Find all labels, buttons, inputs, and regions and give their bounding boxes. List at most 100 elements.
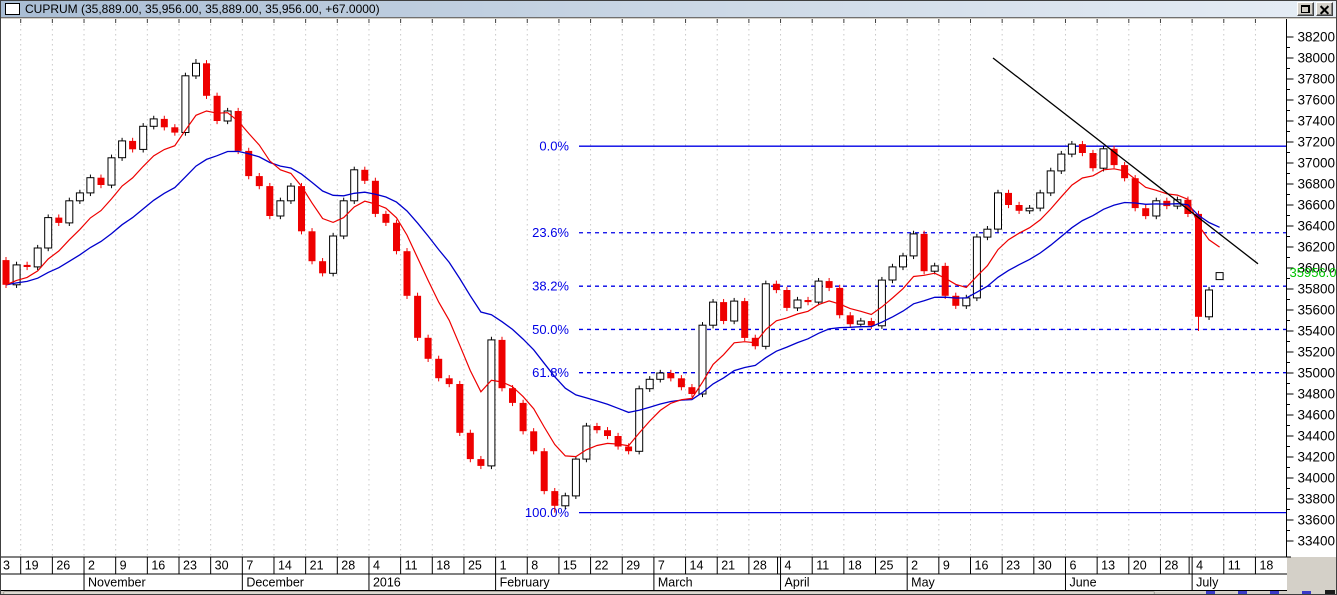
candle — [741, 301, 749, 338]
candle — [213, 95, 221, 121]
candle — [192, 62, 200, 77]
candle — [1046, 170, 1055, 194]
month-label: November — [88, 576, 146, 590]
y-axis-label: 36400 — [1298, 219, 1336, 234]
candle — [65, 200, 74, 224]
candle — [677, 378, 685, 388]
candle — [350, 169, 359, 202]
candle — [561, 495, 570, 507]
chart-window: CUPRUM (35,889.00, 35,956.00, 35,889.00,… — [0, 0, 1337, 595]
candle — [55, 217, 63, 223]
week-label: 2 — [88, 559, 95, 573]
month-label: March — [658, 576, 693, 590]
candle — [149, 118, 158, 127]
y-axis-label: 38200 — [1298, 30, 1336, 45]
close-button[interactable] — [1316, 2, 1333, 16]
candle — [107, 157, 116, 186]
candle — [435, 358, 443, 379]
y-axis-label: 38000 — [1298, 51, 1336, 66]
week-label: 25 — [880, 559, 894, 573]
candle — [329, 235, 338, 274]
candle — [286, 185, 295, 202]
price-chart[interactable]: 0.0%23.6%38.2%50.0%61.8%100.0%3340033600… — [1, 18, 1336, 592]
candle — [930, 265, 939, 272]
candle — [498, 339, 506, 389]
candle — [814, 280, 823, 303]
week-label: 22 — [595, 559, 609, 573]
chart-document-icon[interactable] — [5, 3, 20, 15]
week-label: 23 — [1006, 559, 1020, 573]
week-label: 14 — [690, 559, 704, 573]
candle — [1057, 153, 1066, 172]
candle — [667, 373, 675, 379]
week-label: 11 — [1228, 559, 1241, 573]
horizontal-scrollbar[interactable] — [3, 591, 1155, 594]
candle — [445, 378, 453, 385]
candle — [382, 213, 390, 223]
window-titlebar[interactable]: CUPRUM (35,889.00, 35,956.00, 35,889.00,… — [1, 1, 1336, 18]
week-label: 4 — [373, 559, 380, 573]
candle — [804, 300, 812, 303]
close-window-icon — [1320, 5, 1329, 14]
week-label: 1 — [500, 559, 507, 573]
y-axis-label: 36600 — [1298, 198, 1336, 213]
candle — [888, 266, 897, 281]
candle — [403, 251, 411, 296]
y-axis-label: 37400 — [1298, 114, 1336, 129]
candle — [656, 372, 665, 380]
week-label: 9 — [943, 559, 950, 573]
week-label: 13 — [1101, 559, 1115, 573]
candle — [255, 176, 263, 187]
candle — [298, 186, 305, 232]
candle — [234, 111, 242, 151]
candle — [266, 186, 274, 216]
background-window-fragment — [1302, 591, 1311, 594]
candle — [856, 320, 865, 325]
week-label: 28 — [341, 559, 355, 573]
week-label: 23 — [183, 559, 197, 573]
week-label: 18 — [436, 559, 450, 573]
week-label: 11 — [816, 559, 829, 573]
week-label: 15 — [563, 559, 577, 573]
restore-window-icon — [1301, 5, 1310, 13]
y-axis-label: 33800 — [1298, 492, 1336, 507]
fibonacci-label: 100.0% — [525, 505, 570, 520]
candle — [181, 75, 190, 134]
candle — [424, 337, 432, 359]
candle — [509, 388, 516, 403]
candle — [540, 451, 548, 492]
candle — [582, 425, 591, 460]
background-window-fragment — [1206, 591, 1215, 594]
candle — [909, 233, 918, 257]
candle — [994, 192, 1002, 230]
corner-box — [1325, 590, 1335, 594]
candle — [551, 491, 559, 506]
month-label: December — [246, 576, 304, 590]
y-axis-label: 35000 — [1298, 366, 1336, 381]
candle — [635, 388, 644, 452]
candle — [698, 324, 707, 395]
fibonacci-label: 23.6% — [532, 225, 569, 240]
month-label: June — [1069, 576, 1096, 590]
y-axis-label: 35600 — [1298, 303, 1336, 318]
candle — [86, 177, 95, 194]
candle — [920, 233, 928, 272]
candle — [846, 315, 854, 325]
y-axis-label: 37000 — [1298, 156, 1336, 171]
candle — [203, 63, 210, 96]
background-window-fragment — [1270, 591, 1279, 594]
candle — [625, 446, 633, 452]
candle — [1078, 144, 1086, 153]
candle — [1152, 200, 1161, 217]
restore-button[interactable] — [1297, 2, 1314, 16]
background-window-fragment — [1238, 591, 1247, 594]
candle — [456, 384, 464, 433]
candle — [1099, 148, 1108, 169]
week-label: 7 — [658, 559, 665, 573]
candle — [371, 180, 379, 214]
candle — [1036, 192, 1045, 209]
week-label: 16 — [975, 559, 989, 573]
candle — [75, 192, 84, 202]
candle — [129, 140, 137, 150]
y-axis-label: 37800 — [1298, 72, 1336, 87]
